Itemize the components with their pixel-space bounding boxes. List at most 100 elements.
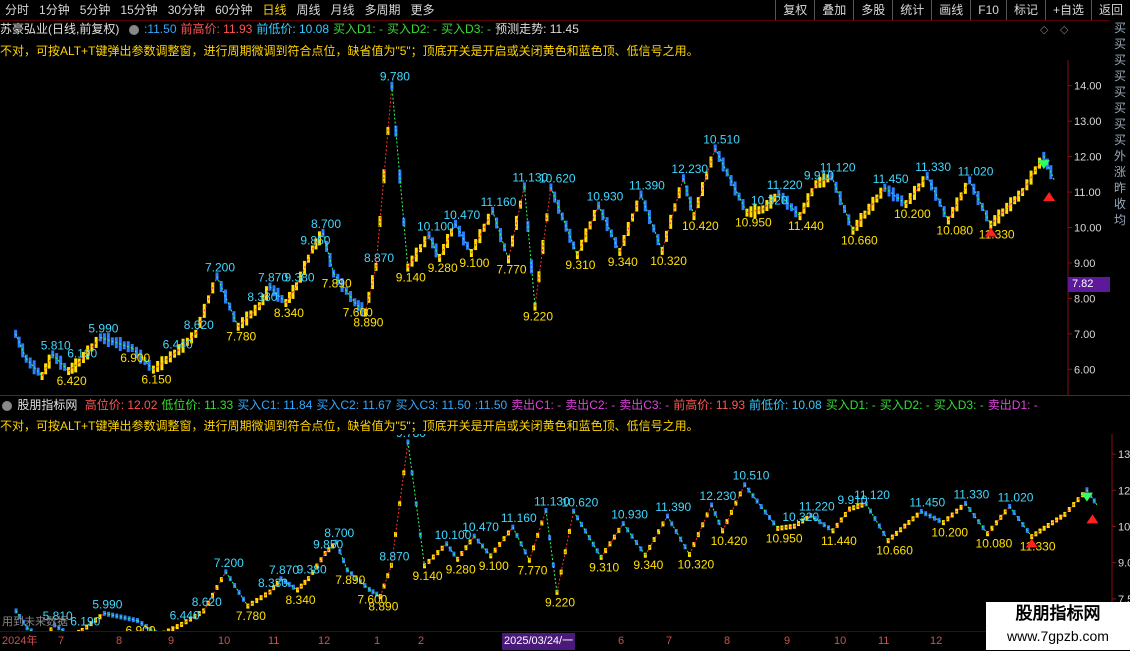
y-tick-label-3: 9.00 [1118,558,1130,570]
price-bar [478,229,481,243]
indicator-chart[interactable]: 13.5012.0010.509.007.505.8106.4206.1905.… [0,434,1130,631]
toolbar-button-5[interactable]: F10 [970,0,1006,20]
point-label-47: 10.200 [894,207,931,221]
point-label-39: 10.950 [735,216,772,230]
point-label-41: 11.220 [799,500,835,514]
period-tab-2[interactable]: 5分钟 [75,0,116,20]
sidebar-label-11[interactable]: 收 [1110,196,1130,212]
trend-segment [557,511,574,592]
price-bar [245,312,248,326]
trend-segment [574,511,602,557]
sub-indicator-value-6: 卖出C1: - [511,398,561,412]
sidebar-label-12[interactable]: 均 [1110,212,1130,228]
sidebar-label-4[interactable]: 买 [1110,84,1130,100]
y-tick-label-2: 12.00 [1074,152,1102,164]
main-price-chart[interactable]: 14.0013.0012.0011.0010.009.008.007.006.0… [0,60,1110,395]
toolbar-button-3[interactable]: 统计 [892,0,931,20]
point-label-44: 11.120 [854,488,890,502]
price-bar [427,559,430,564]
sidebar-label-10[interactable]: 昨 [1110,180,1130,196]
sidebar-label-2[interactable]: 买 [1110,52,1130,68]
period-tab-4[interactable]: 30分钟 [163,0,210,20]
main-indicator-value-1: 前高价: 11.93 [181,22,253,36]
point-label-46: 11.450 [873,172,909,186]
toolbar-button-7[interactable]: +自选 [1045,0,1091,20]
main-indicator-value-6: 预测走势: 11.45 [495,22,579,36]
period-tab-9[interactable]: 多周期 [360,0,406,20]
price-bar [255,598,258,603]
current-price-tag: 7.82 [1068,277,1114,292]
point-label-40: 10.320 [751,193,788,207]
period-tab-1[interactable]: 1分钟 [34,0,75,20]
toolbar-button-2[interactable]: 多股 [853,0,892,20]
sidebar-label-3[interactable]: 买 [1110,68,1130,84]
price-bar [473,534,476,539]
point-label-48: 11.330 [915,160,951,174]
collapse-diamond-icon[interactable]: ◇ [1040,23,1048,36]
price-bar [835,182,838,193]
toolbar-button-4[interactable]: 画线 [931,0,970,20]
point-label-38: 10.510 [703,132,740,146]
toolbar-button-1[interactable]: 叠加 [814,0,853,20]
period-tab-6[interactable]: 日线 [257,0,291,20]
point-label-18: 8.890 [353,316,383,330]
date-tick-5: 11 [268,633,279,650]
point-label-23: 9.280 [428,261,458,275]
sidebar-label-7[interactable]: 买 [1110,132,1130,148]
price-bar [553,192,556,203]
main-indicator-value-2: 前低价: 10.08 [256,22,329,36]
point-label-37: 10.420 [682,219,719,233]
period-tab-5[interactable]: 60分钟 [210,0,257,20]
point-label-9: 7.780 [236,609,266,623]
price-bar [1063,512,1066,517]
toolbar-button-6[interactable]: 标记 [1006,0,1045,20]
point-label-36: 12.230 [700,489,737,503]
sidebar-label-1[interactable]: 买 [1110,36,1130,52]
y-tick-label-0: 13.50 [1118,449,1130,461]
price-bar [59,356,62,370]
period-tab-7[interactable]: 周线 [291,0,325,20]
panel-divider [0,395,1130,396]
price-bar [601,209,604,220]
point-label-2: 6.190 [70,614,100,628]
sub-indicator-value-13: 买入D3: - [934,398,984,412]
point-label-50: 11.020 [958,164,994,178]
toolbar-button-8[interactable]: 返回 [1091,0,1130,20]
point-label-9: 7.780 [226,330,256,344]
price-bar [423,236,426,247]
price-bar [246,604,249,609]
toolbar-button-0[interactable]: 复权 [775,0,814,20]
sidebar-label-0[interactable]: 买 [1110,20,1130,36]
trend-segment [429,235,440,258]
point-label-1: 6.420 [57,374,87,388]
price-bar [419,244,422,252]
sidebar-label-5[interactable]: 买 [1110,100,1130,116]
price-bar [943,206,946,217]
price-bar [260,595,263,600]
price-bar [867,204,870,215]
settings-dot-icon[interactable] [2,401,12,411]
period-tab-3[interactable]: 15分钟 [115,0,162,20]
price-bar [1059,515,1062,520]
point-label-11: 7.870 [269,563,299,577]
point-label-32: 10.930 [611,508,648,522]
sub-indicator-value-3: 买入C2: 11.67 [316,398,391,412]
price-bar [879,188,882,199]
expand-diamond-icon[interactable]: ◇ [1060,23,1068,36]
price-bar [367,292,370,303]
date-tick-11: 7 [666,633,672,650]
trend-segment [286,286,297,303]
point-label-8: 7.200 [205,260,235,274]
period-tab-8[interactable]: 月线 [326,0,360,20]
period-tab-10[interactable]: 更多 [406,0,440,20]
price-bar [288,292,291,303]
price-bar [847,214,850,225]
period-tab-0[interactable]: 分时 [0,0,34,20]
sidebar-label-6[interactable]: 买 [1110,116,1130,132]
sidebar-label-9[interactable]: 涨 [1110,164,1130,180]
function-buttons: 复权叠加多股统计画线F10标记+自选返回 [775,0,1130,20]
price-bar [33,360,36,374]
y-tick-label-0: 14.00 [1074,81,1102,93]
settings-dot-icon[interactable] [129,25,139,35]
sidebar-label-8[interactable]: 外 [1110,148,1130,164]
